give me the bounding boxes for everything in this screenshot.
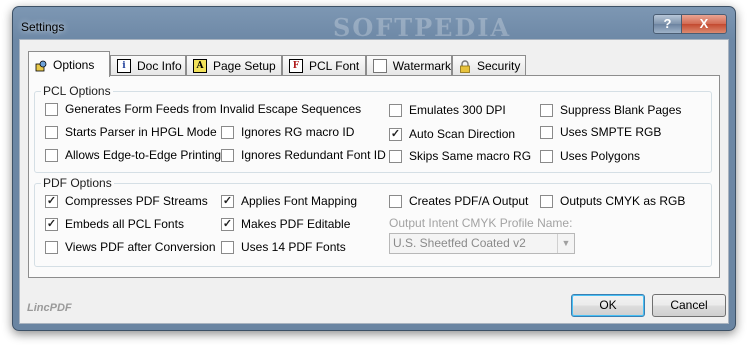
checkbox-label: Views PDF after Conversion (65, 240, 216, 254)
page-setup-icon: A (193, 59, 207, 73)
pcl-options-group: PCL Options Generates Form Feeds from In… (34, 84, 712, 173)
tab-options[interactable]: Options (28, 51, 110, 77)
checkbox-outputs-cmyk-as-rgb[interactable]: Outputs CMYK as RGB (540, 194, 685, 208)
close-button[interactable]: X (681, 14, 727, 34)
checkbox-box[interactable] (221, 240, 234, 254)
checkbox-label: Embeds all PCL Fonts (65, 217, 184, 231)
settings-window: Settings SOFTPEDIA ? X Options i Doc Inf… (12, 6, 736, 331)
tab-pcl-font[interactable]: F PCL Font (282, 55, 366, 76)
checkbox-auto-scan-direction[interactable]: ✓ Auto Scan Direction (389, 127, 515, 141)
checkbox-label: Creates PDF/A Output (409, 194, 529, 208)
tab-label: PCL Font (309, 59, 360, 73)
checkbox-edge-to-edge[interactable]: Allows Edge-to-Edge Printing (45, 148, 221, 162)
checkbox-label: Starts Parser in HPGL Mode (65, 125, 217, 139)
profile-name-label: Output Intent CMYK Profile Name: (389, 216, 573, 230)
watermark-icon (373, 59, 387, 73)
checkbox-box[interactable] (45, 125, 58, 139)
dialog-client: Options i Doc Info A Page Setup F PCL Fo… (19, 39, 729, 324)
checkbox-label: Allows Edge-to-Edge Printing (65, 148, 222, 162)
checkbox-ignores-rg-macro[interactable]: Ignores RG macro ID (221, 125, 354, 139)
checkbox-box[interactable] (389, 103, 402, 117)
checkbox-box[interactable] (540, 103, 553, 117)
checkbox-label: Applies Font Mapping (241, 194, 358, 208)
softpedia-watermark: SOFTPEDIA (333, 13, 512, 42)
checkbox-embeds-pcl-fonts[interactable]: ✓ Embeds all PCL Fonts (45, 217, 184, 231)
checkbox-starts-parser-hpgl[interactable]: Starts Parser in HPGL Mode (45, 125, 217, 139)
checkbox-box[interactable] (540, 149, 553, 163)
cancel-button[interactable]: Cancel (652, 294, 726, 317)
window-title: Settings (21, 20, 65, 34)
tab-label: Watermark (392, 59, 451, 73)
tab-label: Doc Info (137, 59, 182, 73)
tab-security[interactable]: Security (452, 55, 526, 76)
checkbox-compresses-pdf-streams[interactable]: ✓ Compresses PDF Streams (45, 194, 208, 208)
group-legend: PDF Options (41, 176, 114, 190)
pdf-options-group: PDF Options ✓ Compresses PDF Streams ✓ E… (34, 176, 712, 267)
checkbox-label: Generates Form Feeds from Invalid Escape… (65, 102, 362, 116)
info-icon: i (117, 59, 131, 73)
checkbox-label: Uses Polygons (560, 149, 641, 163)
tab-page-setup[interactable]: A Page Setup (186, 55, 282, 76)
checkbox-label: Uses SMPTE RGB (560, 125, 662, 139)
checkbox-box[interactable] (540, 125, 553, 139)
options-icon (35, 59, 47, 71)
checkbox-label: Auto Scan Direction (409, 127, 516, 141)
checkbox-applies-font-mapping[interactable]: ✓ Applies Font Mapping (221, 194, 357, 208)
chevron-down-icon[interactable]: ▼ (557, 234, 574, 253)
tab-label: Security (477, 59, 521, 73)
profile-name-select[interactable]: U.S. Sheetfed Coated v2 ▼ (389, 233, 575, 254)
checkbox-label: Ignores RG macro ID (241, 125, 355, 139)
checkbox-box[interactable] (221, 125, 234, 139)
checkbox-generates-form-feeds[interactable]: Generates Form Feeds from Invalid Escape… (45, 102, 361, 116)
checkbox-box[interactable] (45, 240, 58, 254)
tab-label: Page Setup (213, 59, 276, 73)
options-panel: PCL Options Generates Form Feeds from In… (28, 75, 720, 278)
tab-doc-info[interactable]: i Doc Info (110, 55, 186, 76)
checkbox-label: Uses 14 PDF Fonts (241, 240, 346, 254)
checkbox-label: Skips Same macro RG (409, 149, 532, 163)
checkbox-label: Suppress Blank Pages (560, 103, 682, 117)
checkbox-suppress-blank[interactable]: Suppress Blank Pages (540, 103, 681, 117)
tab-label: Options (53, 57, 95, 72)
checkbox-label: Makes PDF Editable (241, 217, 351, 231)
font-icon: F (289, 59, 303, 73)
checkbox-box[interactable] (389, 194, 402, 208)
lock-icon (459, 60, 471, 73)
checkbox-views-pdf-after[interactable]: Views PDF after Conversion (45, 240, 216, 254)
checkbox-makes-pdf-editable[interactable]: ✓ Makes PDF Editable (221, 217, 350, 231)
group-legend: PCL Options (41, 84, 113, 98)
checkbox-box[interactable]: ✓ (389, 127, 402, 141)
checkbox-label: Outputs CMYK as RGB (560, 194, 686, 208)
checkbox-uses-polygons[interactable]: Uses Polygons (540, 149, 640, 163)
checkbox-box[interactable] (45, 102, 58, 116)
checkbox-box[interactable]: ✓ (45, 194, 58, 208)
tab-watermark[interactable]: Watermark (366, 55, 452, 76)
help-button[interactable]: ? (653, 14, 682, 34)
checkbox-box[interactable]: ✓ (221, 194, 234, 208)
checkbox-creates-pdfa[interactable]: Creates PDF/A Output (389, 194, 528, 208)
checkbox-box[interactable] (45, 148, 58, 162)
checkbox-emulates-300dpi[interactable]: Emulates 300 DPI (389, 103, 506, 117)
checkbox-uses-smpte-rgb[interactable]: Uses SMPTE RGB (540, 125, 661, 139)
checkbox-box[interactable] (221, 148, 234, 162)
checkbox-label: Compresses PDF Streams (65, 194, 208, 208)
checkbox-label: Emulates 300 DPI (409, 103, 506, 117)
checkbox-box[interactable]: ✓ (221, 217, 234, 231)
brand-label: LincPDF (27, 302, 72, 314)
checkbox-uses-14-pdf-fonts[interactable]: Uses 14 PDF Fonts (221, 240, 346, 254)
checkbox-skips-same-macro[interactable]: Skips Same macro RG (389, 149, 531, 163)
ok-button[interactable]: OK (571, 294, 645, 317)
profile-name-value: U.S. Sheetfed Coated v2 (393, 236, 526, 250)
checkbox-box[interactable] (540, 194, 553, 208)
checkbox-box[interactable]: ✓ (45, 217, 58, 231)
checkbox-box[interactable] (389, 149, 402, 163)
checkbox-ignores-redundant-font[interactable]: Ignores Redundant Font ID (221, 148, 386, 162)
checkbox-label: Ignores Redundant Font ID (241, 148, 386, 162)
